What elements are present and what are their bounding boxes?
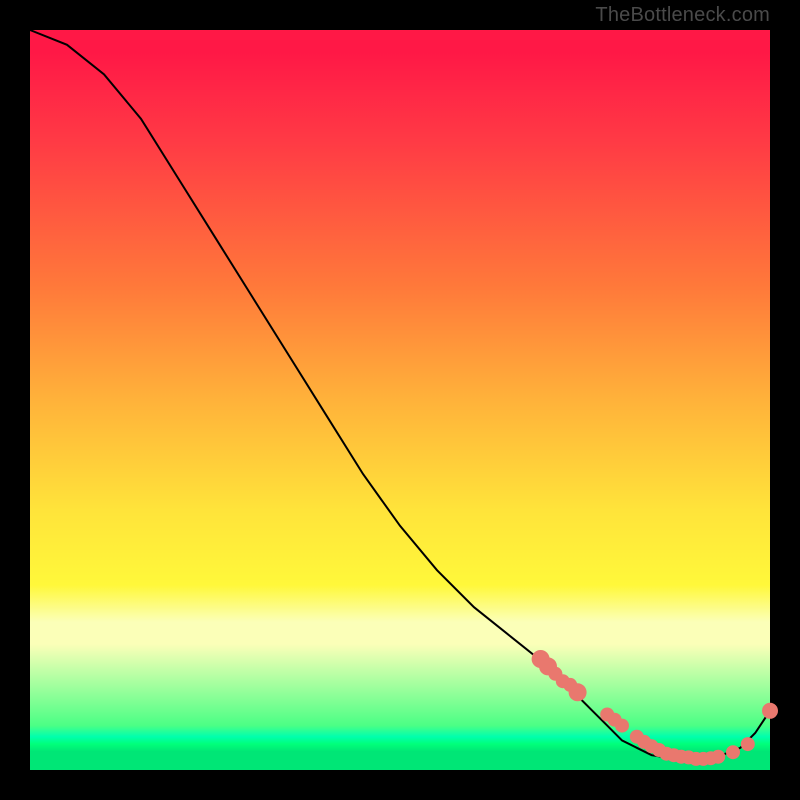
highlight-dot — [569, 683, 587, 701]
bottleneck-curve — [30, 30, 770, 759]
chart-container: TheBottleneck.com — [0, 0, 800, 800]
highlight-dot — [741, 737, 755, 751]
highlight-dot — [762, 703, 778, 719]
plot-area — [30, 30, 770, 770]
highlight-dot — [726, 745, 740, 759]
watermark-text: TheBottleneck.com — [595, 4, 770, 27]
highlight-dot — [615, 719, 629, 733]
highlight-dot — [711, 750, 725, 764]
curve-svg — [30, 30, 770, 770]
